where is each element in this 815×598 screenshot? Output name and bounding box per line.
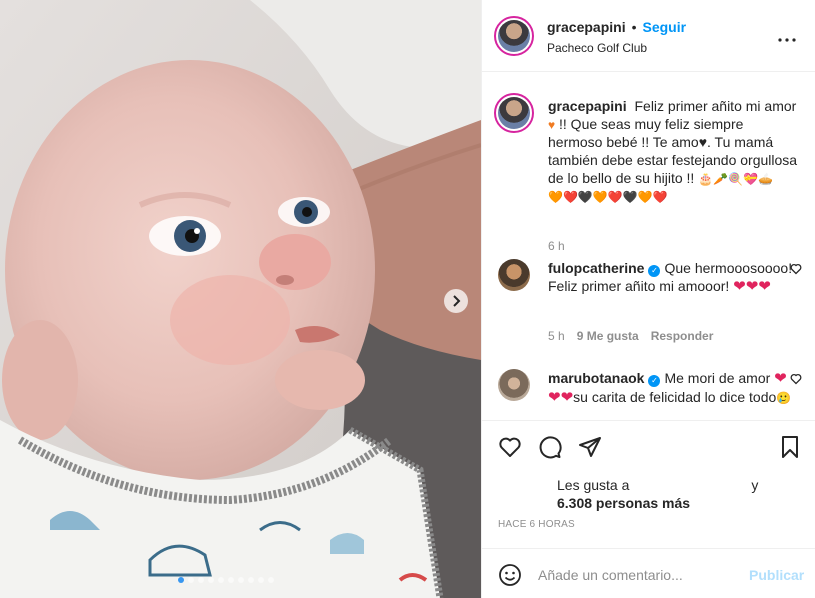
likes-prefix: Les gusta a [557, 477, 630, 493]
carousel-dot [258, 577, 264, 583]
next-slide-button[interactable] [444, 289, 468, 313]
comment-hearts: ❤❤❤ [733, 278, 771, 295]
comment-body: Me mori de amor [664, 370, 771, 386]
commenter-avatar[interactable] [498, 259, 530, 291]
carousel-dot [228, 577, 234, 583]
share-button[interactable] [578, 435, 602, 459]
carousel-dot [248, 577, 254, 583]
chevron-right-icon [451, 295, 461, 307]
comments-list[interactable]: gracepapini Feliz primer añito mi amor ♥… [482, 73, 815, 419]
comment-emoji: 🥲 [776, 391, 792, 405]
carousel-dot [268, 577, 274, 583]
caption-meta: 6 h [548, 239, 565, 253]
heart-outline-icon [790, 374, 802, 385]
comment-text: fulopcatherine ✓ Que hermooosoooo! Feliz p… [548, 259, 798, 296]
verified-badge-icon: ✓ [648, 265, 661, 277]
carousel-dot [188, 577, 194, 583]
follow-button[interactable]: Seguir [643, 19, 687, 35]
caption-time[interactable]: 6 h [548, 239, 565, 253]
comment-likes-count[interactable]: 9 Me gusta [577, 329, 639, 343]
verified-badge-icon: ✓ [648, 375, 661, 387]
caption-emoji-row2: 🧡❤️🖤🧡❤️🖤🧡❤️ [548, 190, 668, 204]
commenter-avatar[interactable] [498, 369, 530, 401]
like-button[interactable] [498, 435, 522, 459]
heart-icon [499, 437, 521, 457]
comment-time[interactable]: 5 h [548, 329, 565, 343]
caption-username[interactable]: gracepapini [548, 98, 627, 114]
comment-text: marubotanaok ✓ Me mori de amor ❤❤❤su carit… [548, 369, 798, 407]
comment-meta: 5 h 9 Me gusta Responder [548, 329, 713, 343]
action-bar [482, 420, 815, 478]
baby-photo-illustration [0, 0, 481, 598]
publish-button[interactable]: Publicar [749, 567, 804, 583]
author-avatar[interactable] [494, 16, 534, 56]
comment-input[interactable]: Añade un comentario... [538, 567, 683, 583]
caption: gracepapini Feliz primer añito mi amor ♥… [494, 91, 803, 253]
separator-dot: • [631, 19, 637, 35]
comment-username[interactable]: marubotanaok [548, 370, 644, 386]
carousel-dot [238, 577, 244, 583]
bookmark-icon [782, 436, 798, 458]
likes-summary: Les gusta a y 6.308 personas más [557, 476, 758, 512]
post-photo[interactable] [0, 0, 481, 598]
comment-item: fulopcatherine ✓ Que hermooosoooo! Feliz p… [498, 257, 803, 343]
carousel-dot [218, 577, 224, 583]
post-location[interactable]: Pacheco Golf Club [547, 41, 647, 55]
comment-icon [539, 436, 562, 459]
emoji-picker-button[interactable] [498, 563, 522, 590]
reply-button[interactable]: Responder [651, 329, 714, 343]
caption-text-part1: Feliz primer añito mi amor [634, 98, 797, 114]
add-comment-bar: Añade un comentario... Publicar [482, 548, 815, 598]
smiley-icon [499, 564, 521, 586]
post-header: gracepapini • Seguir Pacheco Golf Club [482, 0, 815, 72]
carousel-indicator [178, 577, 274, 583]
carousel-dot [178, 577, 184, 583]
comment-like-button[interactable] [790, 263, 802, 278]
author-username[interactable]: gracepapini [547, 19, 626, 35]
comment-like-button[interactable] [790, 373, 802, 388]
heart-outline-icon [790, 264, 802, 275]
comment-username[interactable]: fulopcatherine [548, 260, 644, 276]
caption-text: gracepapini Feliz primer añito mi amor ♥… [548, 97, 798, 205]
carousel-dot [198, 577, 204, 583]
save-button[interactable] [778, 435, 802, 459]
caption-avatar[interactable] [494, 93, 534, 133]
caption-emoji-row1: 🎂🥕🍭💝🥧 [698, 172, 773, 186]
liker-username-hidden[interactable] [635, 476, 745, 494]
orange-heart-emoji: ♥ [548, 118, 556, 132]
likes-suffix: y [751, 477, 759, 493]
post-side-panel: gracepapini • Seguir Pacheco Golf Club g… [481, 0, 815, 598]
comment-button[interactable] [538, 435, 562, 459]
comment-item: marubotanaok ✓ Me mori de amor ❤❤❤su carit… [498, 367, 803, 419]
comment-body-cont: su carita de felicidad lo dice todo [573, 389, 777, 405]
carousel-dot [208, 577, 214, 583]
likes-count[interactable]: 6.308 personas más [557, 495, 690, 511]
post-time-ago[interactable]: HACE 6 HORAS [498, 519, 575, 530]
more-options-button[interactable] [778, 26, 796, 47]
share-icon [579, 437, 601, 457]
more-dots-icon [778, 38, 796, 42]
